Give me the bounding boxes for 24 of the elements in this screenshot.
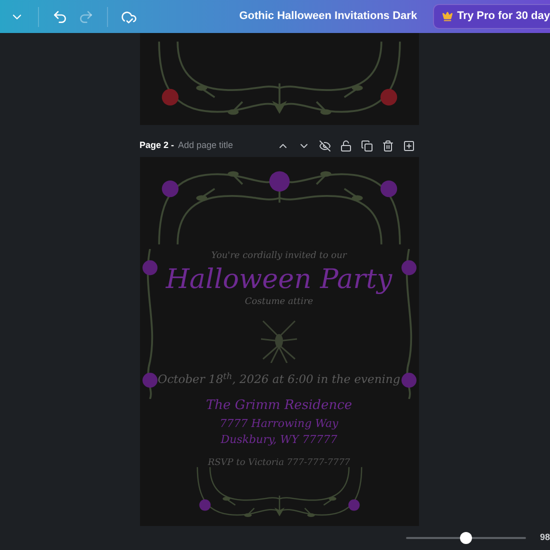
crown-icon [442,11,454,22]
slider-thumb[interactable] [460,532,472,544]
undo-icon [52,8,68,24]
document-title: Gothic Halloween Invitations Dark [239,9,418,24]
dress-code: Costume attire [244,296,314,308]
cloud-check-icon [121,8,137,24]
redo-icon [78,8,94,24]
address-line: 7777 Harrowing Way [220,416,338,432]
invitation-intro: You're cordially invited to our [211,250,347,263]
add-page-icon[interactable] [402,140,414,152]
try-pro-button[interactable]: Try Pro for 30 day [433,4,550,29]
address-line: Duskbury, WY 77777 [220,432,338,448]
zoom-slider[interactable] [406,532,526,544]
copy-icon[interactable] [360,140,372,152]
page-label: Page 2 - [140,139,174,152]
page-title-field[interactable]: Add page title [178,139,234,153]
zoom-level: 98 [540,531,550,544]
invitation-headline: Halloween Party [166,264,392,296]
unlock-icon[interactable] [340,140,352,152]
event-date: October 18$^{th}$, 2026 at 6:00 in the evening [158,371,400,388]
eye-off-icon[interactable] [318,140,330,152]
trash-icon[interactable] [382,140,394,152]
venue-name: The Grimm Residence [206,397,352,416]
rsvp-text: RSVP to Victoria 777-777-7777 [208,456,350,470]
